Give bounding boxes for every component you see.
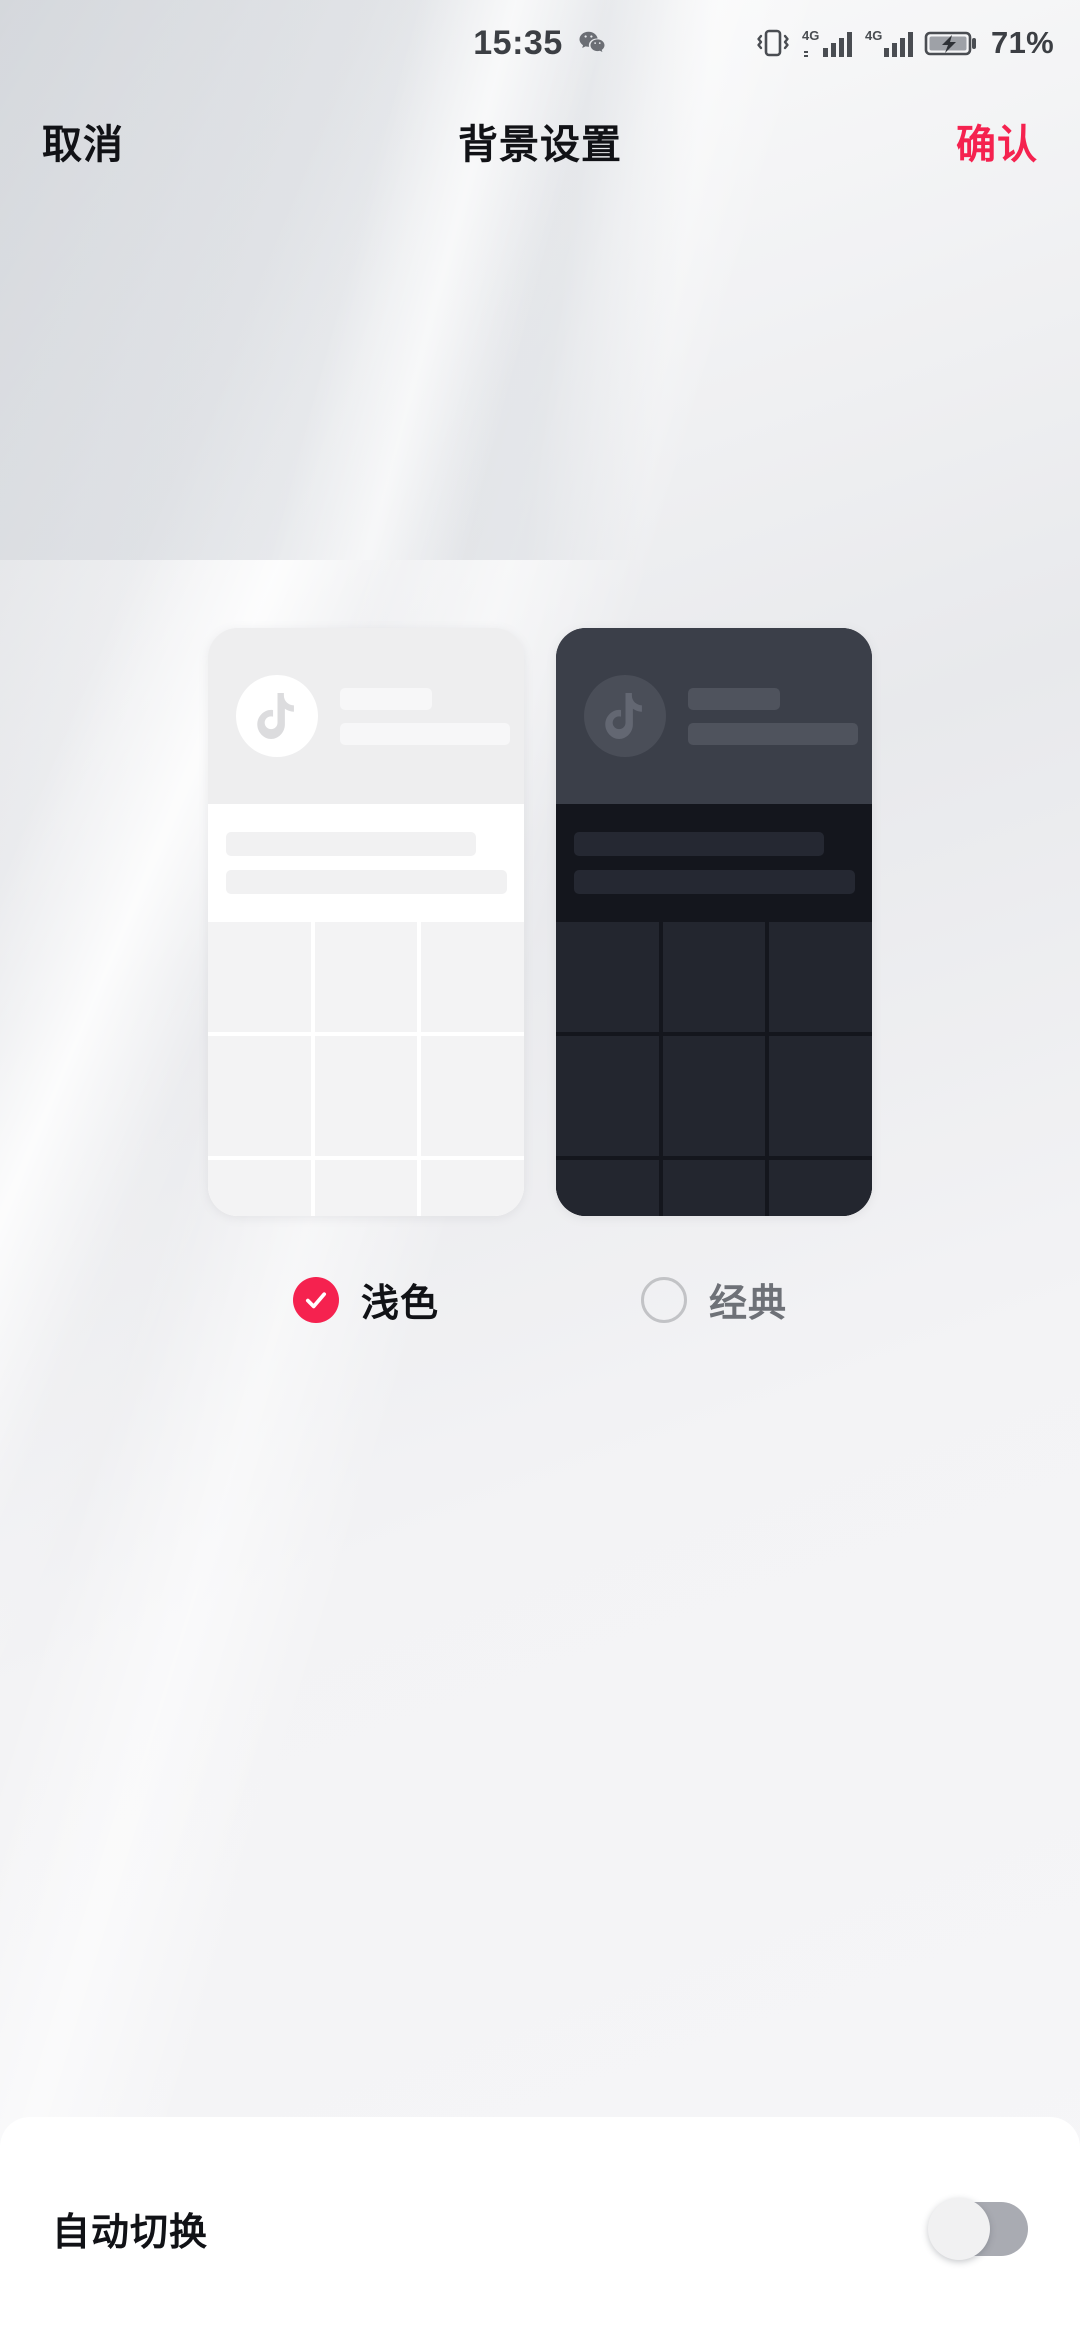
vibrate-icon <box>757 29 789 57</box>
placeholder-line <box>688 687 780 710</box>
theme-preview-classic[interactable] <box>556 628 872 1216</box>
preview-header-placeholder-lines <box>340 687 510 745</box>
cancel-button[interactable]: 取消 <box>42 112 124 170</box>
auto-switch-label: 自动切换 <box>52 2212 209 2254</box>
signal-4g-icon: 4G <box>865 28 914 57</box>
preview-content-bars-light <box>208 804 524 922</box>
grid-cell <box>421 922 524 1032</box>
placeholder-bar <box>226 832 476 856</box>
grid-cell <box>556 922 659 1032</box>
preview-grid-light <box>208 922 524 1216</box>
placeholder-bar <box>574 870 855 894</box>
grid-cell <box>556 1160 659 1216</box>
grid-cell <box>769 922 872 1032</box>
theme-preview-light[interactable] <box>208 628 524 1216</box>
placeholder-bar <box>574 832 824 856</box>
music-note-logo-icon <box>236 675 318 757</box>
preview-header-light <box>208 628 524 804</box>
svg-text:4G: 4G <box>802 28 819 43</box>
grid-cell <box>314 1160 418 1216</box>
confirm-button[interactable]: 确认 <box>956 112 1038 170</box>
preview-content-bars-classic <box>556 804 872 922</box>
navigation-bar: 取消 背景设置 确认 <box>0 95 1080 187</box>
radio-row-light[interactable]: 浅色 <box>292 1272 439 1327</box>
svg-text:4G: 4G <box>865 28 882 43</box>
grid-cell <box>421 1036 524 1156</box>
bottom-sheet: 自动切换 <box>0 2117 1080 2340</box>
theme-label-classic[interactable]: 经典 <box>709 1272 787 1327</box>
grid-cell <box>662 1036 766 1156</box>
signal-4g-icon: 4G <box>802 28 853 57</box>
grid-cell <box>208 1036 311 1156</box>
toggle-knob <box>928 2197 990 2260</box>
status-bar-icons: 4G 4G 71% <box>753 25 1054 61</box>
preview-grid-classic <box>556 922 872 1216</box>
grid-cell <box>662 922 766 1032</box>
grid-cell <box>769 1036 872 1156</box>
radio-row-classic[interactable]: 经典 <box>640 1272 787 1327</box>
grid-cell <box>556 1036 659 1156</box>
auto-switch-toggle[interactable] <box>928 2197 1028 2260</box>
grid-cell <box>314 922 418 1032</box>
status-bar-clock: 15:35 <box>473 23 563 62</box>
grid-cell <box>769 1160 872 1216</box>
placeholder-line <box>340 687 432 710</box>
grid-cell <box>662 1160 766 1216</box>
theme-option-classic[interactable]: 经典 <box>556 628 872 1327</box>
radio-unselected-icon[interactable] <box>640 1276 687 1323</box>
placeholder-line <box>340 722 510 745</box>
music-note-logo-icon <box>584 675 666 757</box>
preview-header-classic <box>556 628 872 804</box>
page-title: 背景设置 <box>458 123 622 167</box>
grid-cell <box>208 1160 311 1216</box>
grid-cell <box>421 1160 524 1216</box>
preview-header-placeholder-lines <box>688 687 858 745</box>
theme-options-row: 浅色 经典 <box>0 628 1080 1327</box>
wechat-icon <box>579 31 605 52</box>
grid-cell <box>314 1036 418 1156</box>
placeholder-bar <box>226 870 507 894</box>
battery-percent-label: 71% <box>991 25 1054 60</box>
grid-cell <box>208 922 311 1032</box>
theme-label-light[interactable]: 浅色 <box>361 1272 439 1327</box>
status-bar: 15:35 4G 4G 71% <box>0 0 1080 86</box>
status-bar-center: 15:35 <box>473 24 606 63</box>
placeholder-line <box>688 722 858 745</box>
theme-option-light[interactable]: 浅色 <box>208 628 524 1327</box>
battery-charging-icon <box>924 31 977 56</box>
radio-selected-icon[interactable] <box>292 1276 339 1323</box>
